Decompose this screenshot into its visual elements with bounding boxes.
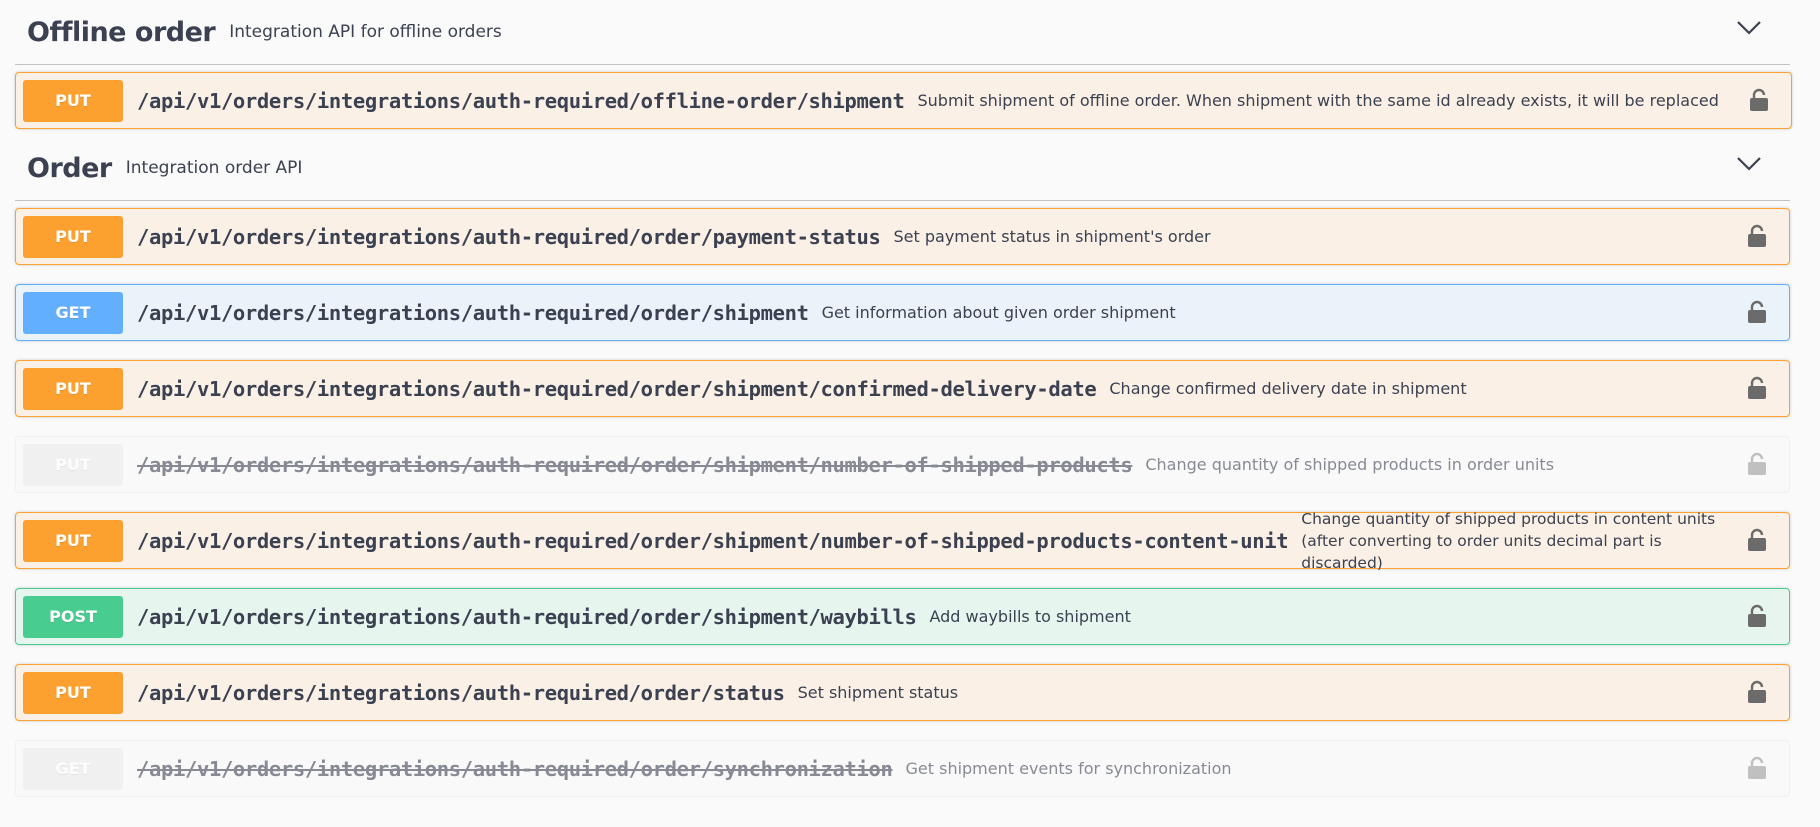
lock-icon[interactable] (1747, 300, 1767, 324)
operation-path: /api/v1/orders/integrations/auth-require… (137, 452, 1133, 477)
operation-put-confirmed-delivery-date[interactable]: PUT /api/v1/orders/integrations/auth-req… (15, 360, 1790, 417)
method-badge: PUT (23, 443, 123, 486)
method-badge: PUT (23, 519, 123, 562)
lock-icon[interactable] (1747, 604, 1767, 628)
chevron-down-icon[interactable] (1736, 156, 1762, 172)
operation-put-number-of-shipped-products-deprecated[interactable]: PUT /api/v1/orders/integrations/auth-req… (15, 436, 1790, 493)
method-badge: PUT (23, 215, 123, 258)
operation-get-order-shipment[interactable]: GET /api/v1/orders/integrations/auth-req… (15, 284, 1790, 341)
operation-summary: Set shipment status (797, 682, 959, 702)
operation-summary: Change quantity of shipped products in o… (1145, 454, 1555, 474)
lock-icon[interactable] (1747, 528, 1767, 552)
operation-summary: Add waybills to shipment (929, 606, 1131, 626)
tag-header-order[interactable]: Order Integration order API (15, 136, 1790, 201)
operation-path: /api/v1/orders/integrations/auth-require… (137, 88, 905, 113)
operation-put-number-of-shipped-products-content-unit[interactable]: PUT /api/v1/orders/integrations/auth-req… (15, 510, 1790, 572)
lock-icon[interactable] (1747, 452, 1767, 476)
operation-summary: Get shipment events for synchronization (905, 758, 1232, 778)
operation-path: /api/v1/orders/integrations/auth-require… (137, 300, 809, 325)
operation-put-offline-order-shipment[interactable]: PUT /api/v1/orders/integrations/auth-req… (15, 72, 1792, 129)
swagger-operations-list: Offline order Integration API for offlin… (0, 0, 1820, 827)
operation-summary: Get information about given order shipme… (821, 302, 1176, 322)
tag-description: Integration order API (125, 158, 303, 178)
method-badge: GET (23, 291, 123, 334)
tag-name: Offline order (27, 16, 216, 48)
operation-path: /api/v1/orders/integrations/auth-require… (137, 680, 785, 705)
operation-summary: Change quantity of shipped products in c… (1301, 509, 1716, 572)
method-badge: GET (23, 747, 123, 790)
tag-description: Integration API for offline orders (229, 22, 502, 42)
lock-icon[interactable] (1747, 756, 1767, 780)
operation-summary: Change confirmed delivery date in shipme… (1109, 378, 1467, 398)
operation-path: /api/v1/orders/integrations/auth-require… (137, 528, 1289, 553)
operation-path: /api/v1/orders/integrations/auth-require… (137, 756, 893, 781)
operation-post-waybills[interactable]: POST /api/v1/orders/integrations/auth-re… (15, 588, 1790, 645)
chevron-down-icon[interactable] (1736, 20, 1762, 36)
lock-icon[interactable] (1747, 680, 1767, 704)
operation-summary: Set payment status in shipment's order (893, 226, 1211, 246)
lock-icon[interactable] (1747, 224, 1767, 248)
lock-icon[interactable] (1747, 376, 1767, 400)
tag-name: Order (27, 152, 112, 184)
operation-get-synchronization-deprecated[interactable]: GET /api/v1/orders/integrations/auth-req… (15, 740, 1790, 797)
method-badge: POST (23, 595, 123, 638)
method-badge: PUT (23, 79, 123, 122)
method-badge: PUT (23, 671, 123, 714)
tag-header-offline-order[interactable]: Offline order Integration API for offlin… (15, 0, 1790, 65)
lock-icon[interactable] (1749, 88, 1769, 112)
operation-summary: Submit shipment of offline order. When s… (917, 90, 1719, 110)
operation-path: /api/v1/orders/integrations/auth-require… (137, 604, 917, 629)
operation-path: /api/v1/orders/integrations/auth-require… (137, 224, 881, 249)
method-badge: PUT (23, 367, 123, 410)
operation-path: /api/v1/orders/integrations/auth-require… (137, 376, 1097, 401)
operation-put-order-status[interactable]: PUT /api/v1/orders/integrations/auth-req… (15, 664, 1790, 721)
operation-put-order-payment-status[interactable]: PUT /api/v1/orders/integrations/auth-req… (15, 208, 1790, 265)
